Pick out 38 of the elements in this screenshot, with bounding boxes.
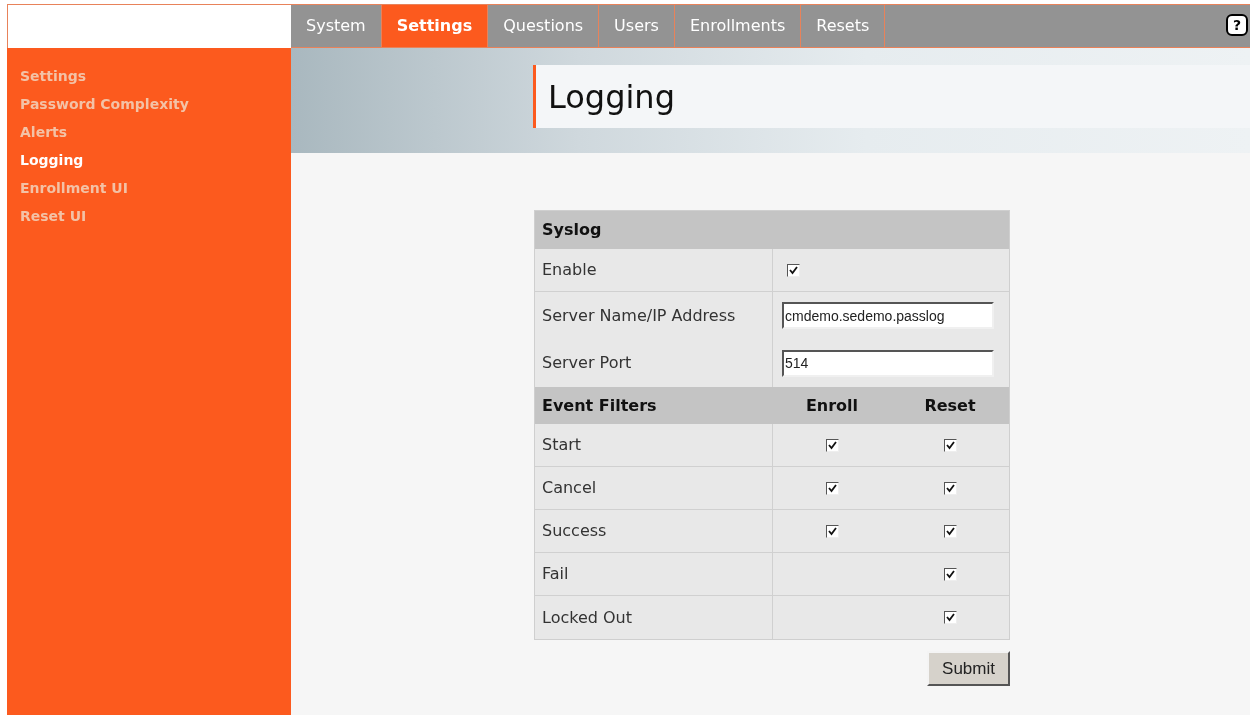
submit-button[interactable]: Submit [927, 651, 1010, 686]
field-label: Server Name/IP Address [542, 304, 736, 327]
column-header: Reset [924, 395, 976, 415]
sidebar-link[interactable]: Password Complexity [20, 94, 291, 122]
table-cell-text: Fail [542, 563, 569, 585]
nav-tab[interactable]: Questions [488, 5, 600, 47]
nav-tab[interactable]: System [291, 5, 382, 47]
checkbox[interactable] [825, 438, 839, 452]
help-button[interactable]: ? [1226, 14, 1248, 36]
section-heading: Syslog [542, 219, 602, 241]
nav-tab[interactable]: Settings [381, 5, 489, 47]
checkbox[interactable] [787, 263, 800, 277]
field-label: Enable [542, 259, 597, 281]
field-label: Server Port [542, 352, 632, 374]
sidebar-link[interactable]: Logging [20, 150, 291, 178]
checkbox[interactable] [825, 481, 839, 495]
nav-tab[interactable]: Resets [801, 5, 886, 47]
checkbox[interactable] [943, 481, 957, 495]
server-field[interactable]: cmdemo.sedemo.passlog [782, 302, 994, 329]
sidebar-link[interactable]: Enrollment UI [20, 178, 291, 206]
nav-tab[interactable]: Users [599, 5, 675, 47]
table-cell-text: Success [542, 520, 607, 542]
port-field[interactable]: 514 [782, 349, 994, 377]
column-header: Enroll [805, 395, 859, 415]
checkbox[interactable] [943, 567, 957, 581]
page-title: Logging [548, 76, 675, 118]
table-cell-text: Cancel [542, 477, 597, 499]
sidebar-link[interactable]: Reset UI [20, 206, 291, 234]
sidebar-link[interactable]: Settings [20, 66, 291, 94]
table-cell-text: Locked Out [542, 606, 632, 629]
checkbox[interactable] [943, 611, 957, 624]
nav-tab[interactable]: Enrollments [674, 5, 802, 47]
checkbox[interactable] [825, 524, 839, 538]
column-header: Event Filters [542, 395, 657, 415]
checkbox[interactable] [943, 524, 957, 538]
checkbox[interactable] [943, 438, 957, 452]
table-cell-text: Start [542, 434, 582, 456]
sidebar-link[interactable]: Alerts [20, 122, 291, 150]
